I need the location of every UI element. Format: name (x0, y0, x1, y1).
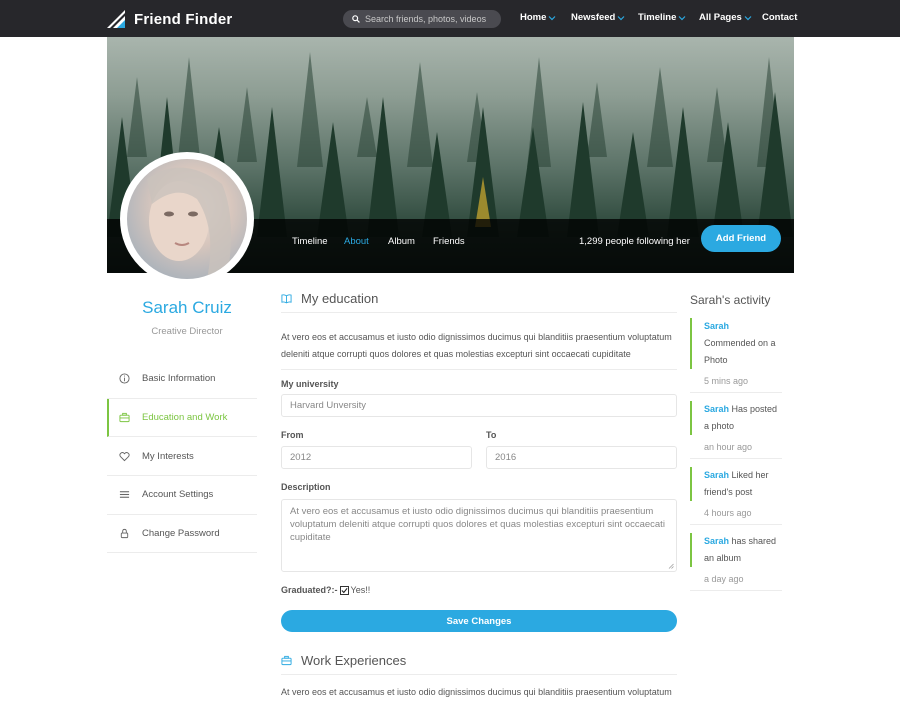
nav-contact-label: Contact (762, 12, 798, 23)
activity-item: Sarah has shared an album a day ago (690, 533, 782, 591)
nav-all-pages-label: All Pages (699, 12, 742, 23)
university-field[interactable]: Harvard Unversity (281, 394, 677, 417)
heart-icon (119, 451, 130, 461)
activity-list: Sarah Commended on a Photo 5 mins ago Sa… (690, 318, 782, 599)
activity-time: a day ago (690, 567, 782, 591)
logo[interactable]: Friend Finder (107, 9, 232, 29)
to-field[interactable]: 2016 (486, 446, 677, 469)
save-changes-button[interactable]: Save Changes (281, 610, 677, 632)
from-label: From (281, 430, 304, 440)
activity-description: Commended on a Photo (704, 338, 776, 365)
activity-item: Sarah Has posted a photo an hour ago (690, 401, 782, 459)
education-section-title: My education (281, 287, 677, 313)
search-icon (352, 15, 360, 23)
tab-about[interactable]: About (344, 236, 369, 247)
sidebar-item-change-password[interactable]: Change Password (107, 515, 257, 554)
activity-time: an hour ago (690, 435, 782, 459)
tab-album[interactable]: Album (388, 236, 415, 247)
add-friend-button[interactable]: Add Friend (701, 225, 781, 252)
menu-icon (119, 491, 130, 499)
sidebar-item-education-and-work[interactable]: Education and Work (107, 398, 257, 438)
from-value: 2012 (290, 452, 312, 463)
sidebar-item-label: My Interests (142, 450, 194, 462)
activity-user-link[interactable]: Sarah (704, 321, 729, 331)
main-content: My education At vero eos et accusamus et… (281, 287, 677, 707)
work-section-title: Work Experiences (281, 649, 677, 675)
chevron-down-icon (678, 15, 686, 20)
sidebar-item-label: Education and Work (142, 412, 228, 424)
activity-user-link[interactable]: Sarah (704, 536, 729, 546)
profile-role: Creative Director (151, 326, 223, 337)
book-icon (281, 294, 292, 304)
university-label: My university (281, 379, 339, 389)
description-textarea[interactable]: At vero eos et accusamus et iusto odio d… (281, 499, 677, 572)
lock-icon (120, 529, 129, 539)
briefcase-icon (119, 412, 130, 423)
from-field[interactable]: 2012 (281, 446, 472, 469)
chevron-down-icon (744, 15, 752, 20)
description-label: Description (281, 482, 331, 492)
graduated-row: Graduated?:- Yes!! (281, 585, 677, 595)
sidebar-item-my-interests[interactable]: My Interests (107, 437, 257, 477)
info-icon (119, 373, 130, 384)
activity-user-link[interactable]: Sarah (704, 404, 729, 414)
nav-home-label: Home (520, 12, 547, 23)
description-value: At vero eos et accusamus et iusto odio d… (290, 506, 665, 543)
graduated-checkbox[interactable] (339, 585, 349, 595)
nav-home[interactable]: Home (520, 12, 556, 23)
nav-timeline-label: Timeline (638, 12, 677, 23)
logo-icon (107, 10, 125, 28)
to-label: To (486, 430, 497, 440)
briefcase-icon (281, 655, 292, 666)
university-value: Harvard Unversity (290, 400, 367, 411)
graduated-label: Graduated?:- (281, 585, 338, 595)
work-intro: At vero eos et accusamus et iusto odio d… (281, 687, 672, 697)
app-name: Friend Finder (134, 10, 233, 28)
followers-count: 1,299 people following her (579, 236, 690, 247)
sidebar-item-account-settings[interactable]: Account Settings (107, 476, 257, 515)
search-input[interactable] (365, 14, 495, 24)
resize-handle-icon[interactable] (668, 563, 674, 569)
activity-user-link[interactable]: Sarah (704, 470, 729, 480)
sidebar-menu: Basic Information Education and Work My … (107, 360, 257, 554)
activity-time: 5 mins ago (690, 369, 782, 393)
avatar-image (127, 159, 247, 279)
profile-name: Sarah Cruiz (142, 298, 232, 317)
sidebar-item-label: Change Password (142, 528, 220, 540)
nav-newsfeed-label: Newsfeed (571, 12, 616, 23)
top-navbar: Friend Finder Home Newsfeed Timeline All… (0, 0, 900, 37)
sidebar-item-label: Account Settings (142, 489, 214, 501)
graduated-option: Yes!! (350, 585, 371, 595)
activity-text: Sarah has shared an album (690, 533, 782, 567)
avatar[interactable] (120, 152, 254, 286)
nav-timeline[interactable]: Timeline (638, 12, 686, 23)
to-value: 2016 (495, 452, 517, 463)
tab-timeline[interactable]: Timeline (292, 236, 328, 247)
check-icon (340, 587, 348, 593)
chevron-down-icon (548, 15, 556, 20)
education-title-text: My education (301, 291, 379, 306)
nav-newsfeed[interactable]: Newsfeed (571, 12, 625, 23)
activity-item: Sarah Commended on a Photo 5 mins ago (690, 318, 782, 393)
nav-contact[interactable]: Contact (762, 12, 797, 23)
education-intro: At vero eos et accusamus et iusto odio d… (281, 323, 677, 370)
sidebar-item-label: Basic Information (142, 373, 216, 385)
nav-all-pages[interactable]: All Pages (699, 12, 752, 23)
activity-title: Sarah's activity (690, 293, 771, 307)
activity-text: Sarah Commended on a Photo (690, 318, 782, 369)
activity-item: Sarah Liked her friend's post 4 hours ag… (690, 467, 782, 525)
tab-friends[interactable]: Friends (433, 236, 465, 247)
sidebar-item-basic-information[interactable]: Basic Information (107, 360, 257, 399)
activity-time: 4 hours ago (690, 501, 782, 525)
activity-text: Sarah Has posted a photo (690, 401, 782, 435)
work-title-text: Work Experiences (301, 653, 407, 668)
search-bar[interactable] (343, 10, 501, 28)
chevron-down-icon (617, 15, 625, 20)
activity-text: Sarah Liked her friend's post (690, 467, 782, 501)
